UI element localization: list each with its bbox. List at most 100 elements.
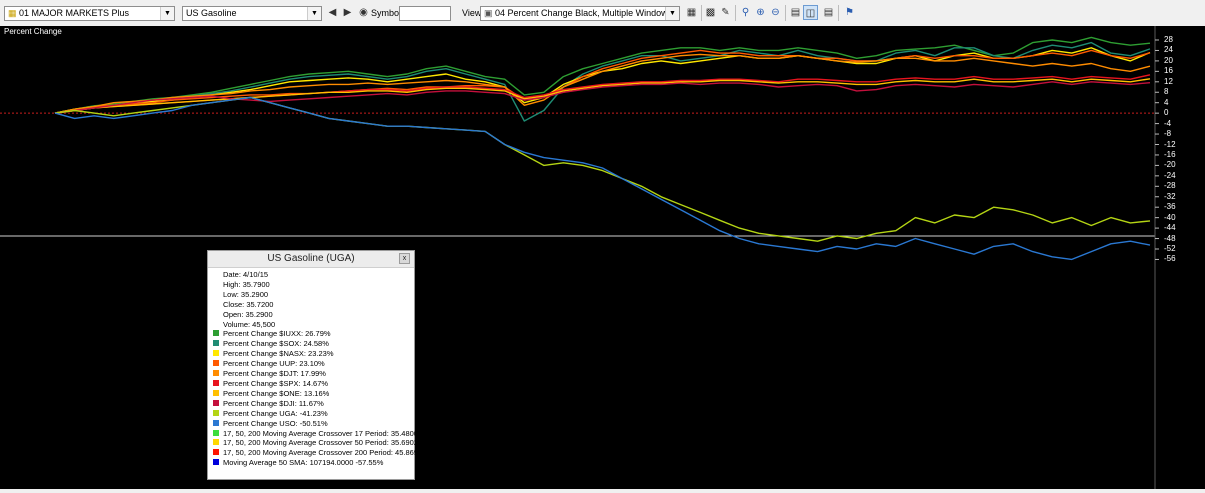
series-line-dji bbox=[54, 81, 1151, 114]
legend-label: 17, 50, 200 Moving Average Crossover 50 … bbox=[223, 438, 418, 448]
symbol-combo-value: US Gasoline bbox=[186, 8, 237, 18]
watchlist-combo[interactable]: ▦ 01 MAJOR MARKETS Plus ▼ bbox=[4, 6, 175, 21]
legend-row: Percent Change $DJI: 11.67% bbox=[213, 399, 414, 409]
data-window-title: US Gasoline (UGA) bbox=[267, 253, 355, 264]
legend-label: 17, 50, 200 Moving Average Crossover 200… bbox=[223, 448, 423, 458]
zoom-icon[interactable]: ⚲ bbox=[738, 5, 753, 20]
y-tick-label: 28 bbox=[1164, 35, 1173, 44]
legend-row: Percent Change UGA: -41.23% bbox=[213, 409, 414, 419]
folder-icon: ▦ bbox=[8, 8, 17, 18]
legend-swatch bbox=[213, 340, 219, 347]
legend-label: Moving Average 50 SMA: 107194.0000 -57.5… bbox=[223, 458, 384, 468]
legend-row: 17, 50, 200 Moving Average Crossover 200… bbox=[213, 448, 422, 458]
legend-row: Percent Change $NASX: 23.23% bbox=[213, 349, 414, 359]
info-high: High: 35.7900 bbox=[223, 279, 270, 289]
chart-properties-icon[interactable]: ▦ bbox=[684, 5, 699, 20]
legend-swatch bbox=[213, 399, 219, 406]
y-tick-label: -44 bbox=[1164, 223, 1176, 233]
split-view-icon[interactable]: ◫ bbox=[803, 5, 818, 20]
legend-swatch bbox=[213, 409, 219, 416]
view-combo[interactable]: ▣ 04 Percent Change Black, Multiple Wind… bbox=[480, 6, 680, 21]
legend-row: Percent Change $ONE: 13.16% bbox=[213, 389, 414, 399]
zoom-in-icon[interactable]: ⊕ bbox=[753, 5, 768, 20]
data-window[interactable]: US Gasoline (UGA) x Date: 4/10/15 High: … bbox=[207, 250, 422, 480]
legend-swatch bbox=[213, 419, 219, 426]
legend-row: 17, 50, 200 Moving Average Crossover 17 … bbox=[213, 429, 418, 439]
legend-label: Percent Change $NASX: 23.23% bbox=[223, 349, 334, 359]
legend-row: Percent Change $IUXX: 26.79% bbox=[213, 329, 414, 339]
info-open: Open: 35.2900 bbox=[223, 309, 273, 319]
y-tick-label: -4 bbox=[1164, 118, 1172, 128]
legend-row: 17, 50, 200 Moving Average Crossover 50 … bbox=[213, 438, 418, 448]
chevron-down-icon[interactable]: ▼ bbox=[160, 7, 174, 20]
chevron-down-icon[interactable]: ▼ bbox=[665, 7, 679, 20]
legend-label: Percent Change USO: -50.51% bbox=[223, 418, 328, 428]
legend-swatch bbox=[213, 360, 219, 367]
view-combo-value: 04 Percent Change Black, Multiple Window… bbox=[495, 8, 673, 18]
legend-label: Percent Change $ONE: 13.16% bbox=[223, 388, 330, 398]
tile-windows-icon[interactable]: ▤ bbox=[788, 5, 803, 20]
data-window-body: Date: 4/10/15 High: 35.7900 Low: 35.2900… bbox=[208, 268, 422, 468]
binoculars-icon[interactable]: ◉ bbox=[356, 5, 371, 20]
series-line-uso bbox=[54, 96, 1151, 261]
info-volume: Volume: 45,500 bbox=[223, 319, 276, 329]
symbol-input[interactable] bbox=[399, 6, 451, 21]
y-tick-label: -56 bbox=[1164, 254, 1176, 264]
legend-swatch bbox=[213, 370, 219, 377]
y-tick-label: -40 bbox=[1164, 212, 1176, 222]
close-icon[interactable]: x bbox=[399, 253, 410, 264]
legend-label: Percent Change $DJI: 11.67% bbox=[223, 398, 324, 408]
toolbar-separator bbox=[838, 5, 839, 21]
previous-symbol-button[interactable]: ◀ bbox=[325, 5, 340, 20]
view-icon: ▣ bbox=[484, 8, 493, 18]
legend-label: Percent Change $SOX: 24.58% bbox=[223, 339, 329, 349]
legend-swatch bbox=[213, 389, 219, 396]
y-tick-label: -36 bbox=[1164, 202, 1176, 212]
alert-icon[interactable]: ⚑ bbox=[842, 5, 857, 20]
legend-rows: Percent Change $IUXX: 26.79% Percent Chan… bbox=[213, 329, 422, 468]
chart-settings-icon[interactable]: ▩ bbox=[703, 5, 718, 20]
chart-area[interactable]: Percent Change 28 24 20 16 12 8 4 0 -4 -8 -12 -16 -2… bbox=[0, 26, 1205, 489]
legend-label: Percent Change $SPX: 14.67% bbox=[223, 378, 329, 388]
legend-swatch bbox=[213, 459, 219, 466]
legend-swatch bbox=[213, 439, 219, 446]
legend-row: Moving Average 50 SMA: 107194.0000 -57.5… bbox=[213, 458, 414, 468]
series-line-sox bbox=[54, 41, 1151, 122]
data-window-header[interactable]: US Gasoline (UGA) x bbox=[208, 251, 414, 268]
toolbar-separator bbox=[701, 5, 702, 21]
legend-row: Percent Change $DJT: 17.99% bbox=[213, 369, 414, 379]
watchlist-combo-value: 01 MAJOR MARKETS Plus bbox=[19, 8, 130, 18]
next-symbol-button[interactable]: ▶ bbox=[340, 5, 355, 20]
chevron-down-icon[interactable]: ▼ bbox=[307, 7, 321, 20]
legend-label: 17, 50, 200 Moving Average Crossover 17 … bbox=[223, 428, 418, 438]
y-tick-label: 16 bbox=[1164, 66, 1173, 76]
y-tick-label: 8 bbox=[1164, 87, 1169, 97]
y-tick-label: -8 bbox=[1164, 129, 1172, 139]
y-tick-label: -32 bbox=[1164, 191, 1176, 201]
zoom-out-icon[interactable]: ⊖ bbox=[768, 5, 783, 20]
y-tick-label: -12 bbox=[1164, 139, 1176, 149]
edit-chart-icon[interactable]: ✎ bbox=[718, 5, 733, 20]
legend-row: Percent Change $SPX: 14.67% bbox=[213, 379, 414, 389]
legend-label: Percent Change UUP: 23.10% bbox=[223, 359, 325, 369]
legend-row: Percent Change USO: -50.51% bbox=[213, 419, 414, 429]
panel-title: Percent Change bbox=[4, 27, 62, 36]
status-strip bbox=[0, 489, 1205, 493]
bar-chart-icon[interactable]: ▤ bbox=[821, 5, 836, 20]
legend-swatch bbox=[213, 330, 219, 337]
y-tick-label: -24 bbox=[1164, 170, 1176, 180]
y-tick-label: -48 bbox=[1164, 233, 1176, 243]
legend-label: Percent Change $IUXX: 26.79% bbox=[223, 329, 331, 339]
y-tick-label: -28 bbox=[1164, 181, 1176, 191]
legend-label: Percent Change UGA: -41.23% bbox=[223, 408, 328, 418]
y-tick-label: -16 bbox=[1164, 149, 1176, 159]
symbol-combo[interactable]: US Gasoline ▼ bbox=[182, 6, 322, 21]
legend-swatch bbox=[213, 449, 219, 456]
info-low: Low: 35.2900 bbox=[223, 289, 269, 299]
y-tick-label: 20 bbox=[1164, 55, 1173, 65]
series-line-uga bbox=[54, 96, 1151, 242]
percent-change-plot bbox=[0, 26, 1159, 489]
toolbar-separator bbox=[785, 5, 786, 21]
y-tick-label: 4 bbox=[1164, 97, 1169, 107]
legend-swatch bbox=[213, 429, 219, 436]
